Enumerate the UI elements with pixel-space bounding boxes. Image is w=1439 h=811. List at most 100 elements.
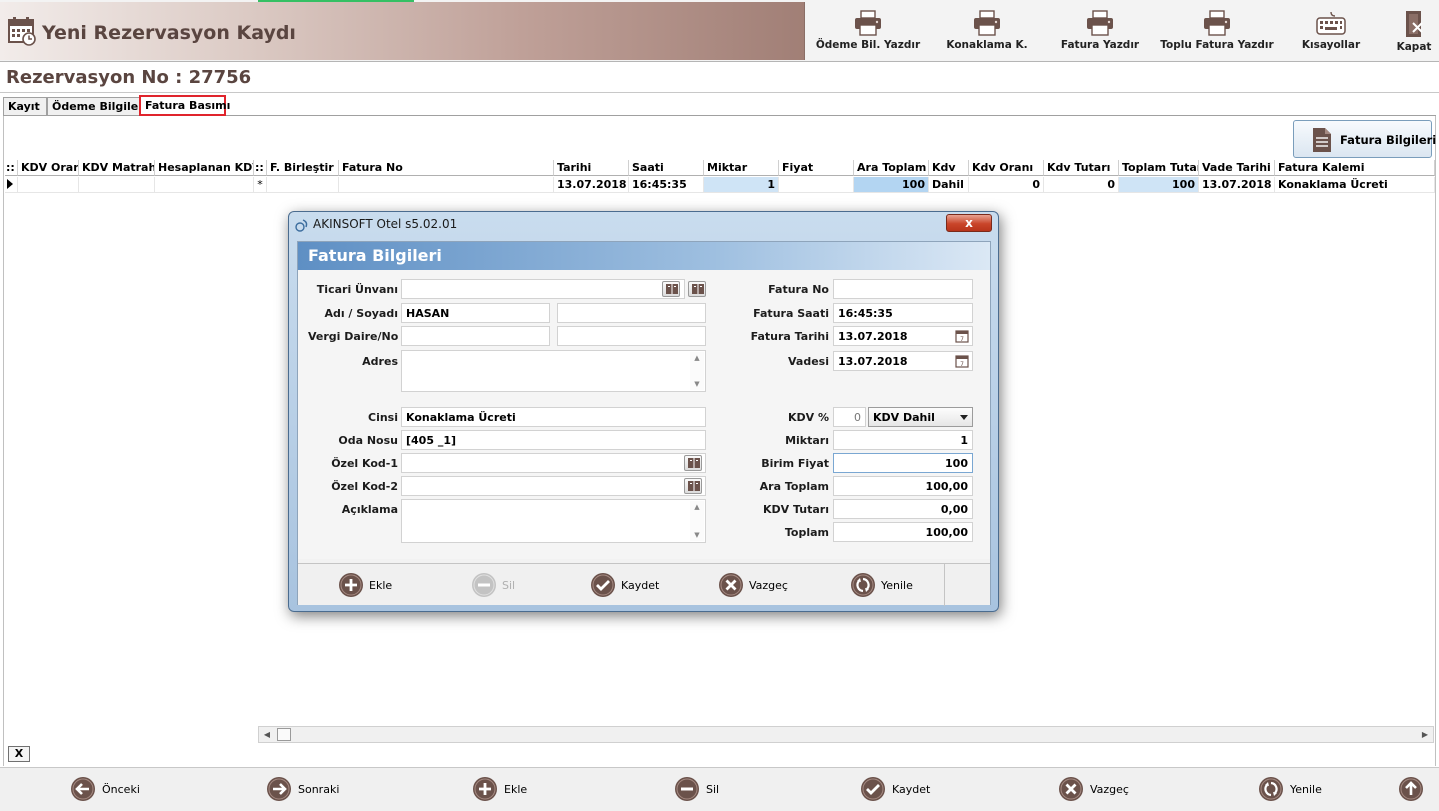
col-toplam-tutar[interactable]: Toplam Tutar xyxy=(1119,160,1199,176)
grid-group-marker[interactable]: :: xyxy=(5,160,18,176)
ozel-kod-2-input[interactable] xyxy=(401,476,706,496)
col-ara-toplam[interactable]: Ara Toplam xyxy=(854,160,929,176)
scroll-top-button[interactable] xyxy=(1398,776,1424,802)
miktari-input[interactable]: 1 xyxy=(833,430,973,450)
dialog-vazgec-button[interactable]: Vazgeç xyxy=(718,572,798,598)
ozel-kod-1-input[interactable] xyxy=(401,453,706,473)
yenile-button[interactable]: Yenile xyxy=(1258,776,1338,802)
sil-button[interactable]: Sil xyxy=(674,776,734,802)
ticari-unvani-lookup-button[interactable] xyxy=(662,281,680,297)
adres-scrollbar[interactable]: ▲ ▼ xyxy=(690,352,704,390)
dialog-close-button[interactable]: x xyxy=(946,214,992,232)
toplu-fatura-yazdir-button[interactable]: Toplu Fatura Yazdır xyxy=(1158,2,1276,60)
kdv-type-select[interactable]: KDV Dahil xyxy=(868,407,973,427)
cell-ara-toplam[interactable]: 100 xyxy=(854,177,929,193)
adi-input[interactable]: HASAN xyxy=(401,303,550,323)
birim-fiyat-input[interactable]: 100 xyxy=(833,453,973,473)
col-kdv-orani-2[interactable]: Kdv Oranı xyxy=(969,160,1044,176)
onceki-button[interactable]: Önceki xyxy=(70,776,150,802)
col-tarihi[interactable]: Tarihi xyxy=(554,160,629,176)
konaklama-k-button[interactable]: Konaklama K. xyxy=(932,2,1042,60)
dialog-sil-button[interactable]: Sil xyxy=(471,572,531,598)
col-vade-tarihi[interactable]: Vade Tarihi xyxy=(1199,160,1275,176)
adres-textarea[interactable] xyxy=(401,350,706,392)
scroll-thumb[interactable] xyxy=(277,728,291,741)
vazgec-button[interactable]: Vazgeç xyxy=(1058,776,1138,802)
cell-f-birlestir[interactable] xyxy=(267,177,339,193)
tab-kayit[interactable]: Kayıt xyxy=(3,97,47,115)
kdv-yuzde-input[interactable]: 0 xyxy=(833,407,866,427)
cell-kdv-matrahi[interactable] xyxy=(79,177,155,193)
cell-kdv-orani-2[interactable]: 0 xyxy=(969,177,1044,193)
vergi-daire-input[interactable] xyxy=(401,326,550,346)
ara-toplam-input[interactable]: 100,00 xyxy=(833,476,973,496)
cell-vade-tarihi[interactable]: 13.07.2018 xyxy=(1199,177,1275,193)
cell-miktar[interactable]: 1 xyxy=(704,177,779,193)
grid-close-button[interactable]: X xyxy=(8,746,30,762)
odeme-bil-yazdir-button[interactable]: Ödeme Bil. Yazdır xyxy=(812,2,924,60)
col-kdv[interactable]: Kdv xyxy=(929,160,969,176)
cell-toplam-tutar[interactable]: 100 xyxy=(1119,177,1199,193)
col-saati[interactable]: Saati xyxy=(629,160,704,176)
kdv-tutari-input[interactable]: 0,00 xyxy=(833,499,973,519)
ekle-button[interactable]: Ekle xyxy=(472,776,542,802)
col-hesaplanan-kdv[interactable]: Hesaplanan KDV xyxy=(155,160,254,176)
cinsi-input[interactable]: Konaklama Ücreti xyxy=(401,407,706,427)
oda-nosu-input[interactable]: [405 _1] xyxy=(401,430,706,450)
fatura-yazdir-button[interactable]: Fatura Yazdır xyxy=(1050,2,1150,60)
fatura-bilgileri-button[interactable]: Fatura Bilgileri xyxy=(1293,120,1436,158)
ozel-kod-1-lookup-button[interactable] xyxy=(684,455,702,471)
cell-fatura-kalemi[interactable]: Konaklama Ücreti xyxy=(1275,177,1435,193)
grid-horizontal-scrollbar[interactable]: ◀ ▶ xyxy=(258,726,1434,743)
kaydet-button[interactable]: Kaydet xyxy=(860,776,940,802)
vergi-no-input[interactable] xyxy=(557,326,706,346)
dialog-yenile-button[interactable]: Yenile xyxy=(850,572,930,598)
sonraki-button[interactable]: Sonraki xyxy=(266,776,346,802)
calendar-icon[interactable]: 7 xyxy=(954,328,970,344)
dialog-kaydet-button[interactable]: Kaydet xyxy=(590,572,670,598)
scroll-left-icon[interactable]: ◀ xyxy=(259,727,275,742)
calendar-icon[interactable]: 7 xyxy=(954,353,970,369)
cell-hesaplanan-kdv[interactable] xyxy=(155,177,254,193)
scroll-right-icon[interactable]: ▶ xyxy=(1417,727,1433,742)
col-fatura-no[interactable]: Fatura No xyxy=(339,160,554,176)
cell-fiyat[interactable] xyxy=(779,177,854,193)
col-fiyat[interactable]: Fiyat xyxy=(779,160,854,176)
vadesi-input[interactable]: 13.07.2018 xyxy=(833,351,973,371)
refresh-icon xyxy=(1259,777,1283,801)
col-kdv-matrahi[interactable]: KDV Matrahı xyxy=(79,160,155,176)
scroll-up-icon[interactable]: ▲ xyxy=(690,352,704,364)
toplam-input[interactable]: 100,00 xyxy=(833,522,973,542)
kapat-button[interactable]: Kapat xyxy=(1392,2,1436,60)
soyadi-input[interactable] xyxy=(557,303,706,323)
col-miktar[interactable]: Miktar xyxy=(704,160,779,176)
cell-saati[interactable]: 16:45:35 xyxy=(629,177,704,193)
tab-odeme-bilgileri[interactable]: Ödeme Bilgileri xyxy=(47,97,147,115)
ticari-unvani-search-button[interactable] xyxy=(688,281,706,297)
cell-fatura-no[interactable] xyxy=(339,177,554,193)
fatura-saati-input[interactable]: 16:45:35 xyxy=(833,303,973,323)
aciklama-scrollbar[interactable]: ▲ ▼ xyxy=(690,501,704,541)
grid-group-marker[interactable]: :: xyxy=(254,160,267,176)
tab-kayit-label: Kayıt xyxy=(8,100,40,113)
dialog-ekle-button[interactable]: Ekle xyxy=(338,572,408,598)
col-kdv-orani[interactable]: KDV Oranı xyxy=(18,160,79,176)
scroll-up-icon[interactable]: ▲ xyxy=(690,501,704,513)
scroll-down-icon[interactable]: ▼ xyxy=(690,529,704,541)
ozel-kod-2-lookup-button[interactable] xyxy=(684,478,702,494)
col-fatura-kalemi[interactable]: Fatura Kalemi xyxy=(1275,160,1435,176)
ticari-unvani-input[interactable] xyxy=(401,279,685,299)
col-kdv-tutari[interactable]: Kdv Tutarı xyxy=(1044,160,1119,176)
cell-kdv[interactable]: Dahil xyxy=(929,177,969,193)
fatura-no-input[interactable] xyxy=(833,279,973,299)
col-f-birlestir[interactable]: F. Birleştir xyxy=(267,160,339,176)
scroll-down-icon[interactable]: ▼ xyxy=(690,378,704,390)
cell-kdv-tutari[interactable]: 0 xyxy=(1044,177,1119,193)
aciklama-textarea[interactable] xyxy=(401,499,706,543)
cell-kdv-orani[interactable] xyxy=(18,177,79,193)
row-indicator-icon[interactable] xyxy=(5,177,18,193)
tab-fatura-basimi[interactable]: Fatura Basımı xyxy=(139,95,230,116)
fatura-tarihi-input[interactable]: 13.07.2018 xyxy=(833,326,973,346)
cell-tarihi[interactable]: 13.07.2018 xyxy=(554,177,629,193)
kisayollar-button[interactable]: Kısayollar xyxy=(1290,2,1372,60)
